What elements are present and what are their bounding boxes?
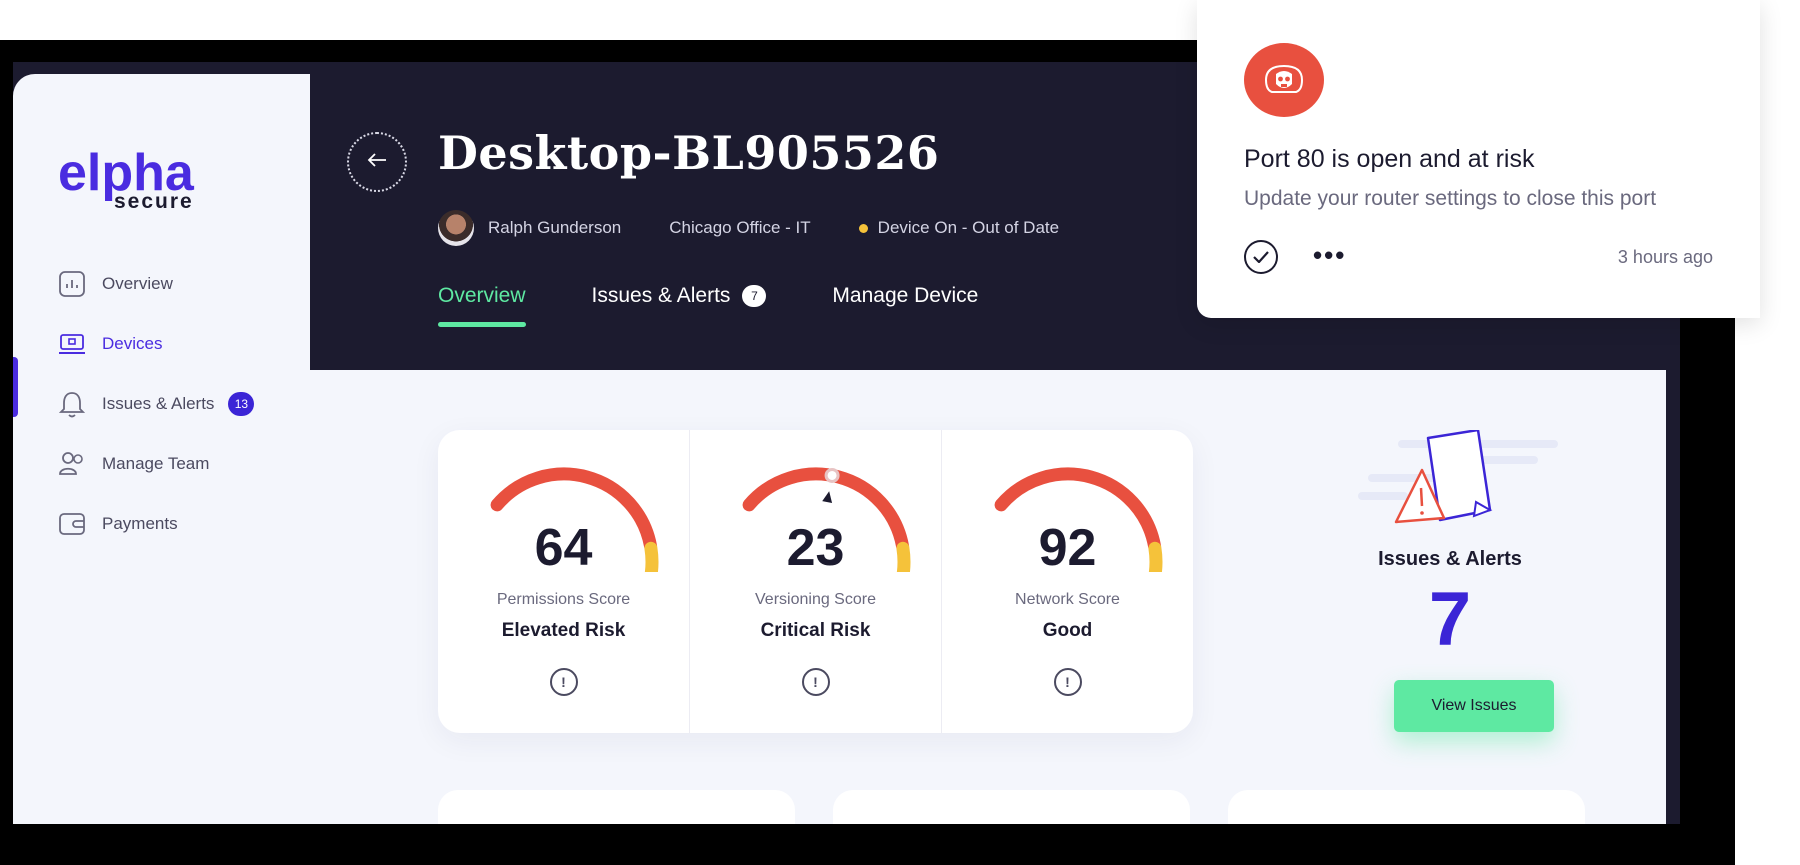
info-icon[interactable]: ! (1053, 668, 1082, 696)
tab-manage-device[interactable]: Manage Device (832, 284, 978, 322)
notification-title: Port 80 is open and at risk (1244, 145, 1535, 173)
back-button[interactable] (347, 132, 407, 192)
bottom-card (1228, 790, 1585, 824)
score-risk: Critical Risk (760, 620, 871, 641)
elpha-logo: elpha secure (58, 144, 195, 213)
device-location: Chicago Office - IT (669, 218, 811, 237)
more-options-icon[interactable]: ••• (1313, 240, 1346, 270)
sidebar-item-label: Payments (102, 514, 178, 533)
wallet-icon (58, 510, 86, 538)
sidebar-item-label: Overview (102, 274, 173, 293)
score-label: Versioning Score (755, 591, 876, 608)
gauge-marker (824, 467, 840, 483)
sidebar-item-manage-team[interactable]: Manage Team (58, 434, 254, 494)
main-content: 64 Permissions Score Elevated Risk ! 23 … (310, 370, 1666, 824)
notification-card: Port 80 is open and at risk Update your … (1197, 0, 1760, 318)
sidebar-item-overview[interactable]: Overview (58, 254, 254, 314)
chart-icon (58, 270, 86, 298)
score-label: Permissions Score (496, 591, 631, 608)
view-issues-button[interactable]: View Issues (1394, 680, 1554, 732)
users-icon (58, 450, 86, 478)
skull-icon (1244, 43, 1324, 117)
tab-issues-alerts[interactable]: Issues & Alerts 7 (592, 284, 767, 322)
sidebar-item-devices[interactable]: Devices (58, 314, 254, 374)
tab-badge: 7 (742, 285, 767, 307)
network-score: 92 Network Score Good ! (942, 430, 1193, 733)
active-nav-indicator (13, 357, 18, 417)
info-icon[interactable]: ! (549, 668, 578, 696)
sidebar-item-payments[interactable]: Payments (58, 494, 254, 554)
sidebar: elpha secure Overview Devices Issues & A… (13, 74, 310, 824)
laptop-icon (58, 330, 86, 358)
issues-title: Issues & Alerts (1378, 548, 1522, 570)
score-value: 23 (786, 519, 845, 577)
tab-label: Issues & Alerts (591, 284, 731, 307)
info-icon[interactable]: ! (801, 668, 830, 696)
device-status: Device On - Out of Date (877, 218, 1060, 237)
tab-label: Manage Device (832, 284, 979, 307)
sidebar-item-label: Issues & Alerts (102, 394, 215, 413)
bottom-card (438, 790, 795, 824)
score-risk: Good (1042, 620, 1093, 641)
score-label: Network Score (1015, 591, 1120, 608)
sidebar-nav: Overview Devices Issues & Alerts 13 Mana… (58, 254, 255, 554)
score-risk: Elevated Risk (501, 620, 626, 641)
gauge-pointer (822, 491, 833, 503)
permissions-score: 64 Permissions Score Elevated Risk ! (438, 430, 690, 733)
check-icon[interactable] (1244, 240, 1278, 274)
sidebar-item-issues-alerts[interactable]: Issues & Alerts 13 (58, 374, 255, 434)
status-dot-icon (858, 223, 868, 233)
bottom-card (833, 790, 1190, 824)
issues-count-badge: 13 (228, 392, 255, 416)
arrow-left-icon (366, 151, 388, 174)
sidebar-item-label: Manage Team (102, 454, 210, 473)
score-value: 64 (534, 519, 593, 577)
sidebar-item-label: Devices (102, 334, 163, 353)
issues-panel: Issues & Alerts 7 View Issues (1310, 430, 1590, 750)
score-value: 92 (1038, 519, 1097, 577)
logo-sub-text: secure (114, 190, 194, 213)
device-tabs: Overview Issues & Alerts 7 Manage Device (438, 284, 1044, 327)
device-user: Ralph Gunderson (488, 218, 622, 237)
alert-document-icon (1358, 430, 1558, 524)
avatar (438, 210, 474, 246)
device-meta: Ralph Gunderson Chicago Office - IT Devi… (438, 210, 1059, 246)
versioning-score: 23 Versioning Score Critical Risk ! (690, 430, 942, 733)
tab-overview[interactable]: Overview (438, 284, 526, 327)
notification-time: 3 hours ago (1617, 247, 1713, 267)
page-title: Desktop-BL905526 (438, 126, 940, 180)
tab-label: Overview (438, 284, 526, 307)
scores-card: 64 Permissions Score Elevated Risk ! 23 … (438, 430, 1193, 733)
issues-count: 7 (1428, 577, 1472, 662)
bell-icon (58, 390, 86, 418)
notification-body: Update your router settings to close thi… (1244, 187, 1657, 210)
